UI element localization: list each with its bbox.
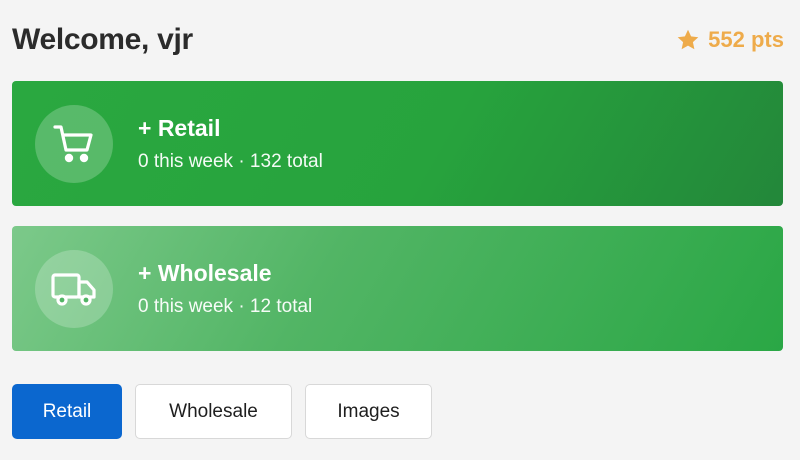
add-wholesale-card[interactable]: + Wholesale 0 this week · 12 total xyxy=(12,226,783,351)
wholesale-card-title: + Wholesale xyxy=(138,259,272,286)
cart-icon xyxy=(35,104,113,183)
wholesale-card-stats: 0 this week · 12 total xyxy=(138,295,313,317)
tab-retail[interactable]: Retail xyxy=(12,384,122,439)
add-retail-card[interactable]: + Retail 0 this week · 132 total xyxy=(12,81,783,206)
welcome-title: Welcome, vjr xyxy=(12,23,193,56)
retail-card-stats: 0 this week · 132 total xyxy=(138,150,323,172)
points-badge: 552 pts xyxy=(676,27,784,53)
tab-bar: Retail Wholesale Images xyxy=(12,384,432,440)
tab-wholesale[interactable]: Wholesale xyxy=(135,384,292,439)
points-value: 552 pts xyxy=(708,27,784,52)
star-icon xyxy=(676,28,700,52)
header: Welcome, vjr 552 pts xyxy=(12,18,784,62)
truck-icon xyxy=(35,249,113,328)
retail-card-title: + Retail xyxy=(138,114,221,141)
tab-images[interactable]: Images xyxy=(305,384,432,439)
